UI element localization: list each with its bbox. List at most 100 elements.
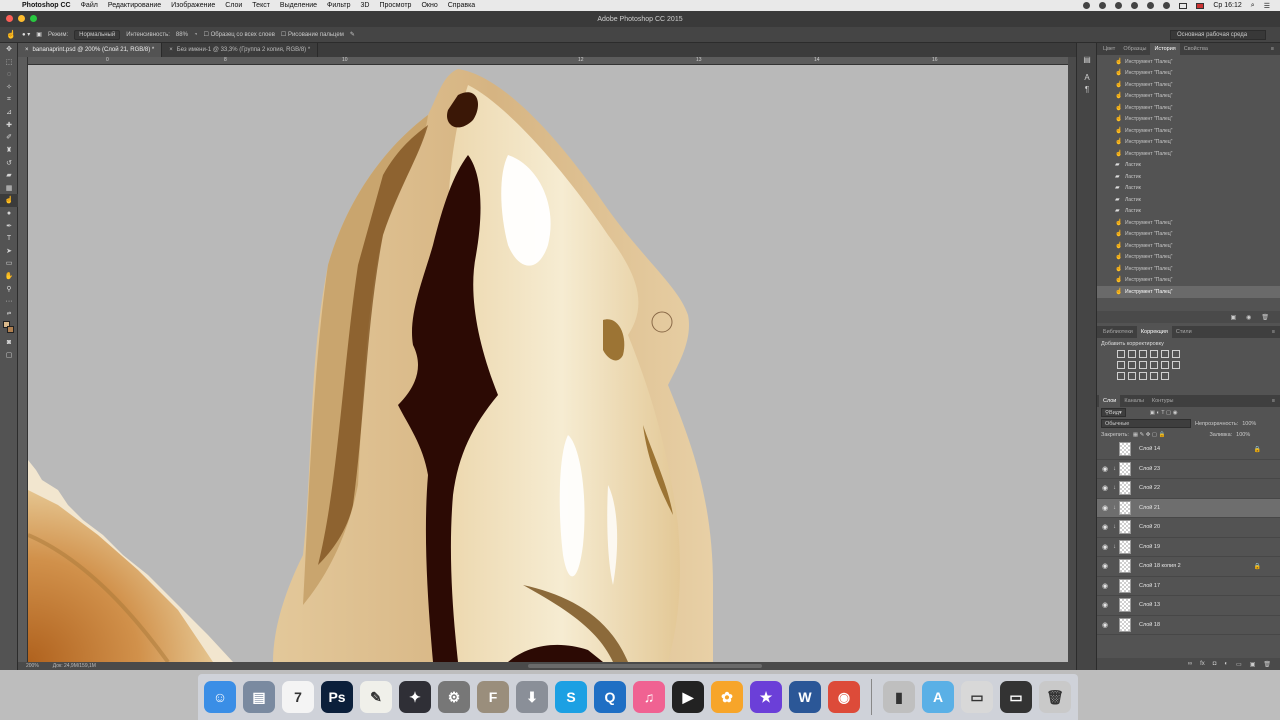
eye-icon[interactable]: ◉ xyxy=(1097,543,1113,551)
chrome-icon[interactable]: ◉ xyxy=(828,681,860,713)
notification-center-icon[interactable]: ☰ xyxy=(1264,2,1270,10)
workspace-select[interactable]: Основная рабочая среда xyxy=(1170,30,1266,40)
itunes-icon[interactable]: ♫ xyxy=(633,681,665,713)
color-balance-icon[interactable] xyxy=(1128,361,1136,369)
lasso-tool-icon[interactable]: ◌ xyxy=(0,68,18,81)
history-item[interactable]: ☝ Инструмент "Палец" xyxy=(1097,240,1280,252)
zoom-tool-icon[interactable]: ⚲ xyxy=(0,282,18,295)
pressure-icon[interactable]: ◔ xyxy=(194,32,198,38)
add-mask-icon[interactable]: ◘ xyxy=(1213,661,1217,667)
intensity-value[interactable]: 88% xyxy=(176,32,188,38)
layer-row[interactable]: ◉ ↓ Слой 20 xyxy=(1097,518,1280,538)
horizontal-scrollbar-thumb[interactable] xyxy=(528,664,762,668)
quick-select-tool-icon[interactable]: ✧ xyxy=(0,81,18,94)
layer-row[interactable]: ◉ Слой 18 копия 2 🔒 xyxy=(1097,557,1280,577)
status-icon[interactable] xyxy=(1131,2,1139,9)
textedit-icon[interactable]: ✎ xyxy=(360,681,392,713)
menu-view[interactable]: Просмотр xyxy=(379,2,411,9)
new-group-icon[interactable]: ▭ xyxy=(1236,661,1242,668)
eye-icon[interactable]: ◉ xyxy=(1097,484,1113,492)
layer-name[interactable]: Слой 19 xyxy=(1139,544,1160,550)
eraser-tool-icon[interactable]: ▰ xyxy=(0,169,18,182)
finder-icon[interactable]: ☺ xyxy=(204,681,236,713)
gradient-map-icon[interactable] xyxy=(1172,350,1180,358)
layer-row[interactable]: ◉ Слой 18 xyxy=(1097,616,1280,635)
zoom-level[interactable]: 200% xyxy=(26,663,39,669)
history-item[interactable]: ☝ Инструмент "Палец" xyxy=(1097,114,1280,126)
history-panel-icon[interactable]: ▤ xyxy=(1077,53,1097,65)
vibrance-icon[interactable] xyxy=(1161,350,1169,358)
archive-icon[interactable]: ▮ xyxy=(883,681,915,713)
photo-filter-icon[interactable] xyxy=(1150,361,1158,369)
layer-row[interactable]: ◉ ↓ Слой 23 xyxy=(1097,460,1280,479)
layer-name[interactable]: Слой 17 xyxy=(1139,583,1160,589)
type-tool-icon[interactable]: T xyxy=(0,232,18,245)
history-brush-tool-icon[interactable]: ↺ xyxy=(0,156,18,169)
pressure-size-icon[interactable]: ✎ xyxy=(350,31,355,38)
curves-icon[interactable] xyxy=(1139,350,1147,358)
panel-menu-icon[interactable]: ≡ xyxy=(1271,46,1280,52)
history-item[interactable]: ▰ Ластик xyxy=(1097,171,1280,183)
history-item[interactable]: ☝ Инструмент "Палец" xyxy=(1097,56,1280,68)
status-icon[interactable] xyxy=(1115,2,1123,9)
layer-name[interactable]: Слой 18 копия 2 xyxy=(1139,563,1181,569)
history-item[interactable]: ☝ Инструмент "Палец" xyxy=(1097,102,1280,114)
preview-icon[interactable]: ▤ xyxy=(243,681,275,713)
menu-window[interactable]: Окно xyxy=(421,2,437,9)
snapshot-icon[interactable]: ◉ xyxy=(1246,314,1251,321)
shape-tool-icon[interactable]: ▭ xyxy=(0,257,18,270)
history-item[interactable]: ☝ Инструмент "Палец" xyxy=(1097,137,1280,149)
vertical-scrollbar[interactable] xyxy=(1068,57,1076,662)
zoom-window-icon[interactable] xyxy=(30,15,37,22)
brightness-icon[interactable] xyxy=(1117,350,1125,358)
layer-thumbnail[interactable] xyxy=(1119,500,1131,515)
layer-thumbnail[interactable] xyxy=(1119,598,1131,613)
volume-icon[interactable] xyxy=(1163,2,1171,9)
clone-stamp-tool-icon[interactable]: ♜ xyxy=(0,144,18,157)
wifi-icon[interactable] xyxy=(1147,2,1155,9)
levels-icon[interactable] xyxy=(1128,350,1136,358)
eye-icon[interactable]: ◉ xyxy=(1097,562,1113,570)
pen-tool-icon[interactable]: ✒ xyxy=(0,219,18,232)
layer-thumbnail[interactable] xyxy=(1119,520,1131,535)
minimize-window-icon[interactable] xyxy=(18,15,25,22)
history-item[interactable]: ☝ Инструмент "Палец" xyxy=(1097,217,1280,229)
imovie-icon[interactable]: ★ xyxy=(750,681,782,713)
new-document-from-state-icon[interactable]: ▣ xyxy=(1230,314,1236,321)
eye-icon[interactable]: ◉ xyxy=(1097,621,1113,629)
new-layer-icon[interactable]: ▣ xyxy=(1250,661,1256,668)
history-item[interactable]: ☝ Инструмент "Палец" xyxy=(1097,148,1280,160)
color-lookup-icon[interactable] xyxy=(1172,361,1180,369)
eye-icon[interactable]: ◉ xyxy=(1097,465,1113,473)
mode-select[interactable]: Нормальный xyxy=(74,29,121,40)
tab-channels[interactable]: Каналы xyxy=(1120,395,1148,407)
delete-state-icon[interactable]: 🗑 xyxy=(1261,314,1269,321)
opacity-value[interactable]: 100% xyxy=(1242,421,1256,427)
fill-value[interactable]: 100% xyxy=(1236,432,1250,438)
adjustment-layer-icon[interactable]: ◐ xyxy=(1224,661,1228,667)
layer-name[interactable]: Слой 21 xyxy=(1139,505,1160,511)
paragraph-panel-icon[interactable]: A xyxy=(1077,71,1097,83)
layer-name[interactable]: Слой 23 xyxy=(1139,466,1160,472)
crop-tool-icon[interactable]: ⌗ xyxy=(0,93,18,106)
fontbook-icon[interactable]: F xyxy=(477,681,509,713)
layer-name[interactable]: Слой 20 xyxy=(1139,524,1160,530)
calendar-icon[interactable]: 7 xyxy=(282,681,314,713)
layer-name[interactable]: Слой 18 xyxy=(1139,622,1160,628)
menu-filter[interactable]: Фильтр xyxy=(327,2,351,9)
clock[interactable]: Ср 16:12 xyxy=(1213,2,1241,9)
status-icon[interactable] xyxy=(1083,2,1091,9)
doc-size[interactable]: Док: 24,9M/159,1M xyxy=(53,663,96,669)
tab-adjustments[interactable]: Коррекция xyxy=(1136,326,1172,338)
layer-thumbnail[interactable] xyxy=(1119,578,1131,593)
smudge-tool-icon[interactable]: ☝ xyxy=(0,194,18,207)
layer-row[interactable]: Слой 14 🔒 xyxy=(1097,440,1280,460)
tab-color[interactable]: Цвет xyxy=(1099,43,1119,55)
brush-panel-icon[interactable]: ▣ xyxy=(36,31,42,38)
system-preferences-icon[interactable]: ⚙ xyxy=(438,681,470,713)
history-item[interactable]: ☝ Инструмент "Палец" xyxy=(1097,275,1280,287)
tab-libraries[interactable]: Библиотеки xyxy=(1099,326,1137,338)
layer-filter-select[interactable]: ⚲ Вид ▾ xyxy=(1101,408,1126,417)
history-item[interactable]: ▰ Ластик xyxy=(1097,206,1280,218)
move-tool-icon[interactable]: ✥ xyxy=(0,43,18,56)
